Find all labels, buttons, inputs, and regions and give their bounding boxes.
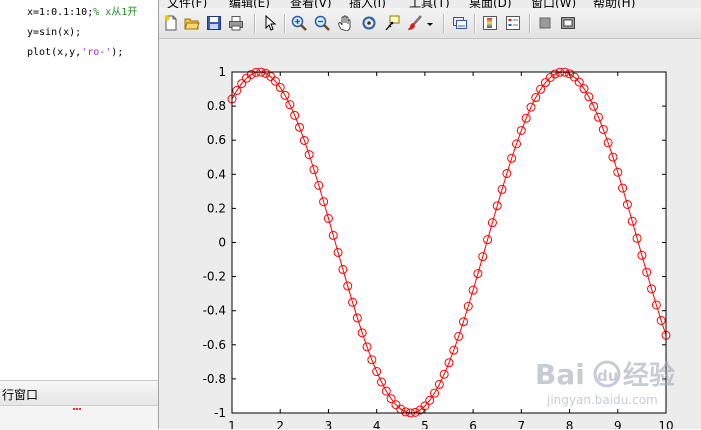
command-window-title: 行窗口	[2, 388, 39, 402]
x-tick-label: 8	[566, 419, 574, 429]
command-window-panel: 行窗口	[0, 380, 160, 430]
x-tick-label: 6	[469, 419, 477, 429]
code-line-1[interactable]: x=1:0.1:10;% x从1开	[27, 6, 137, 20]
y-tick-label: 0.2	[207, 201, 226, 215]
command-prompt-mark	[73, 408, 81, 413]
x-tick-label: 7	[518, 419, 526, 429]
code-line-3[interactable]: plot(x,y,'ro-');	[27, 46, 123, 60]
y-tick-label: 0.8	[207, 99, 226, 113]
command-window-header[interactable]: 行窗口	[0, 381, 160, 406]
y-tick-label: -1	[214, 406, 226, 420]
watermark-url: jingyan.baidu.com	[546, 393, 658, 407]
y-tick-label: 0.4	[207, 167, 226, 181]
code-text: plot(x,y,	[27, 47, 82, 58]
x-tick-label: 2	[276, 419, 284, 429]
code-comment: % x从1开	[93, 7, 138, 18]
code-text: x=1:0.1:10;	[27, 7, 94, 18]
y-tick-label: 0	[218, 236, 226, 250]
x-tick-label: 10	[658, 419, 673, 429]
watermark-brand-du: du	[597, 367, 618, 385]
x-tick-label: 3	[325, 419, 333, 429]
y-tick-label: -0.6	[203, 338, 226, 352]
code-text: y=sin(x);	[27, 27, 82, 38]
baidu-jingyan-watermark: Bai du 经验 jingyan.baidu.com	[533, 348, 701, 408]
x-tick-label: 9	[614, 419, 622, 429]
y-tick-label: -0.4	[203, 304, 226, 318]
y-tick-label: 0.6	[207, 133, 226, 147]
code-text: );	[111, 47, 124, 58]
y-tick-label: -0.2	[203, 270, 226, 284]
watermark-cn: 经验	[623, 360, 675, 391]
y-tick-label: -0.8	[203, 372, 226, 386]
code-editor[interactable]: x=1:0.1:10;% x从1开 y=sin(x); plot(x,y,'ro…	[0, 0, 160, 380]
watermark-brand: Bai	[535, 358, 585, 391]
y-tick-label: 1	[218, 65, 226, 79]
code-line-2[interactable]: y=sin(x);	[27, 26, 81, 40]
x-tick-label: 1	[228, 419, 236, 429]
x-tick-label: 5	[421, 419, 429, 429]
code-string: 'ro-'	[81, 47, 112, 58]
x-tick-label: 4	[373, 419, 381, 429]
